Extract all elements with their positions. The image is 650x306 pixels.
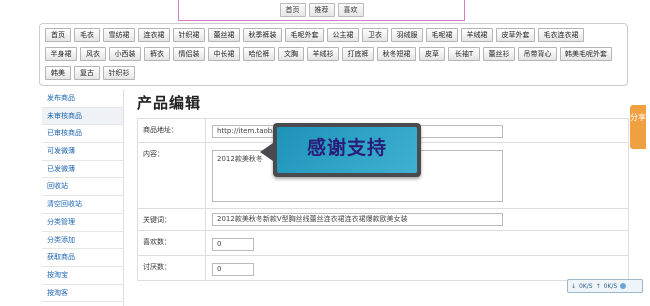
category-button[interactable]: 公主裙: [327, 28, 359, 42]
category-button[interactable]: 毛衣连衣裙: [538, 28, 584, 42]
status-dot-icon: [620, 283, 627, 289]
sidebar-item-recycle-bin[interactable]: 回收站: [42, 178, 123, 197]
content-label: 内容：: [138, 143, 206, 208]
category-button[interactable]: 羊绒裙: [461, 28, 493, 42]
sidebar-item-posted-weibo[interactable]: 已发微薄: [42, 161, 123, 179]
sidebar-item-reviewed[interactable]: 已审核商品: [42, 125, 123, 144]
category-button[interactable]: 情侣装: [173, 47, 205, 61]
category-button[interactable]: 秋季裤装: [243, 28, 282, 42]
category-button[interactable]: 连衣裙: [138, 28, 170, 42]
category-button[interactable]: 长袖T: [448, 47, 480, 61]
category-button[interactable]: 风衣: [80, 47, 106, 61]
category-button[interactable]: 秋冬短裙: [377, 47, 416, 61]
sidebar-item-category-manage[interactable]: 分类管理: [42, 214, 123, 232]
sidebar-item-empty-recycle-bin[interactable]: 清空回收站: [42, 196, 123, 214]
upload-arrow-icon: ↑: [595, 282, 601, 290]
url-label: 商品地址：: [138, 119, 206, 142]
category-button[interactable]: 毛呢裙: [426, 28, 458, 42]
category-button[interactable]: 毛衣: [74, 28, 100, 42]
category-button[interactable]: 裤衣: [144, 47, 170, 61]
category-button[interactable]: 蕾丝衫: [483, 47, 515, 61]
category-button[interactable]: 羊绒衫: [307, 47, 339, 61]
category-button[interactable]: 针织裙: [173, 28, 205, 42]
category-button[interactable]: 针织衫: [103, 66, 135, 80]
banner-arrow: [260, 143, 273, 161]
keyword-input[interactable]: 2012款美秋冬新款V型胸丝线蕾丝连衣裙连衣裙爆款欧美女装: [212, 213, 503, 226]
likes-row: 喜欢数： 0: [138, 231, 629, 256]
download-speed: 0K/S: [579, 282, 593, 290]
likes-input[interactable]: 0: [212, 238, 254, 251]
likes-label: 喜欢数：: [138, 231, 206, 255]
nav-likes-button[interactable]: 喜欢: [337, 3, 364, 17]
top-nav: 首页 推荐 喜欢: [178, 0, 465, 21]
banner-text: 感谢支持: [306, 137, 387, 159]
upload-speed: 0K/S: [603, 282, 618, 290]
sidebar-item-publish[interactable]: 发布商品: [42, 90, 123, 108]
category-button[interactable]: 皮草: [419, 47, 445, 61]
download-arrow-icon: ↓: [571, 282, 577, 290]
category-button[interactable]: 韩美毛呢外套: [560, 47, 612, 61]
category-button[interactable]: 吊带背心: [518, 47, 557, 61]
category-button[interactable]: 羽绒服: [391, 28, 423, 42]
category-button[interactable]: 雪纺裙: [103, 28, 135, 42]
category-button[interactable]: 复古: [74, 66, 100, 80]
category-button[interactable]: 小西装: [109, 47, 141, 61]
sidebar-item-unreviewed[interactable]: 未审核商品: [42, 107, 123, 126]
category-button[interactable]: 韩美: [45, 66, 71, 80]
dislikes-row: 讨厌数： 0: [138, 256, 629, 281]
sidebar-item-by-taoke[interactable]: 按淘客: [42, 285, 123, 303]
category-button[interactable]: 毛呢外套: [285, 28, 324, 42]
nav-home-button[interactable]: 首页: [279, 3, 306, 17]
thanks-banner: 感谢支持: [260, 123, 421, 177]
sidebar: 发布商品 未审核商品 已审核商品 可发微薄 已发微薄 回收站 清空回收站 分类管…: [42, 90, 124, 306]
sidebar-item-by-taobao[interactable]: 按淘宝: [42, 267, 123, 285]
category-button[interactable]: 中长裙: [208, 47, 240, 61]
sidebar-item-postable-weibo[interactable]: 可发微薄: [42, 143, 123, 161]
keyword-row: 关键词： 2012款美秋冬新款V型胸丝线蕾丝连衣裙连衣裙爆款欧美女装: [138, 209, 629, 231]
share-tab[interactable]: 分享: [630, 105, 646, 149]
keyword-label: 关键词：: [138, 209, 206, 230]
nav-recommend-button[interactable]: 推荐: [308, 3, 335, 17]
category-button[interactable]: 皮草外套: [496, 28, 535, 42]
category-button[interactable]: 打底裤: [342, 47, 374, 61]
category-button[interactable]: 哈伦裤: [243, 47, 275, 61]
category-button[interactable]: 蕾丝裙: [208, 28, 240, 42]
category-button[interactable]: 卫衣: [362, 28, 388, 42]
sidebar-item-category-add[interactable]: 分类添加: [42, 232, 123, 250]
category-button[interactable]: 首页: [45, 28, 71, 42]
sidebar-item-fetch-products[interactable]: 获取商品: [42, 249, 123, 267]
speed-widget[interactable]: ↓ 0K/S ↑ 0K/S: [567, 279, 643, 293]
dislikes-label: 讨厌数：: [138, 256, 206, 280]
category-button[interactable]: 半身裙: [45, 47, 77, 61]
page-title: 产品编辑: [137, 94, 202, 112]
category-panel: 首页 毛衣 雪纺裙 连衣裙 针织裙 蕾丝裙 秋季裤装 毛呢外套 公主裙 卫衣 羽…: [39, 23, 628, 86]
category-button[interactable]: 文胸: [278, 47, 304, 61]
dislikes-input[interactable]: 0: [212, 263, 254, 276]
